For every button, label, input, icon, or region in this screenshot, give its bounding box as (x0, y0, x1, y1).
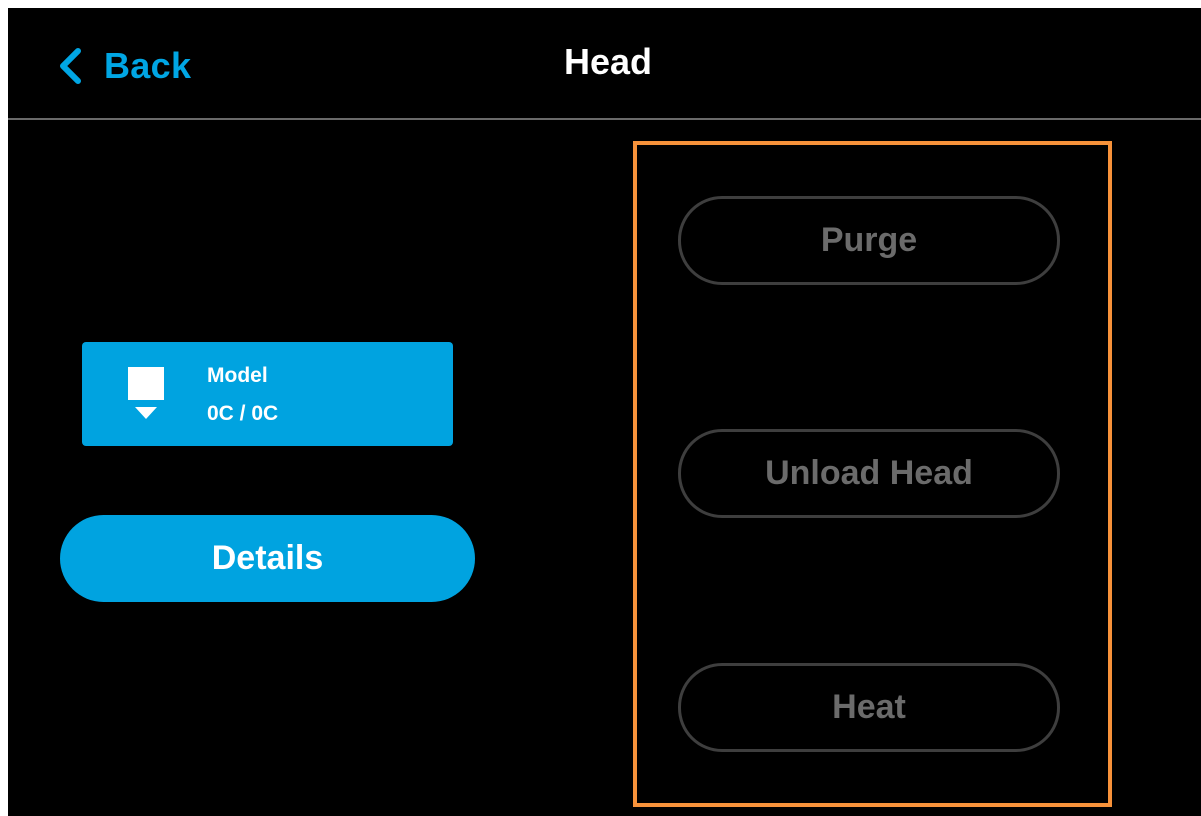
header-bar: Back Head (8, 8, 1201, 119)
head-name: Model (207, 364, 268, 387)
details-button[interactable]: Details (60, 515, 475, 602)
header-divider (8, 118, 1201, 120)
back-button[interactable]: Back (56, 38, 191, 94)
unload-head-button[interactable]: Unload Head (678, 429, 1060, 518)
nozzle-icon (128, 367, 164, 423)
back-label: Back (104, 45, 192, 86)
page-title: Head (563, 41, 653, 82)
purge-button[interactable]: Purge (678, 196, 1060, 285)
head-temperature: 0C / 0C (207, 402, 279, 425)
head-screen: Back Head Model 0C / 0C Details Purge Un… (8, 8, 1201, 816)
head-status-card[interactable]: Model 0C / 0C (82, 342, 453, 446)
chevron-left-icon (56, 48, 84, 84)
heat-button[interactable]: Heat (678, 663, 1060, 752)
